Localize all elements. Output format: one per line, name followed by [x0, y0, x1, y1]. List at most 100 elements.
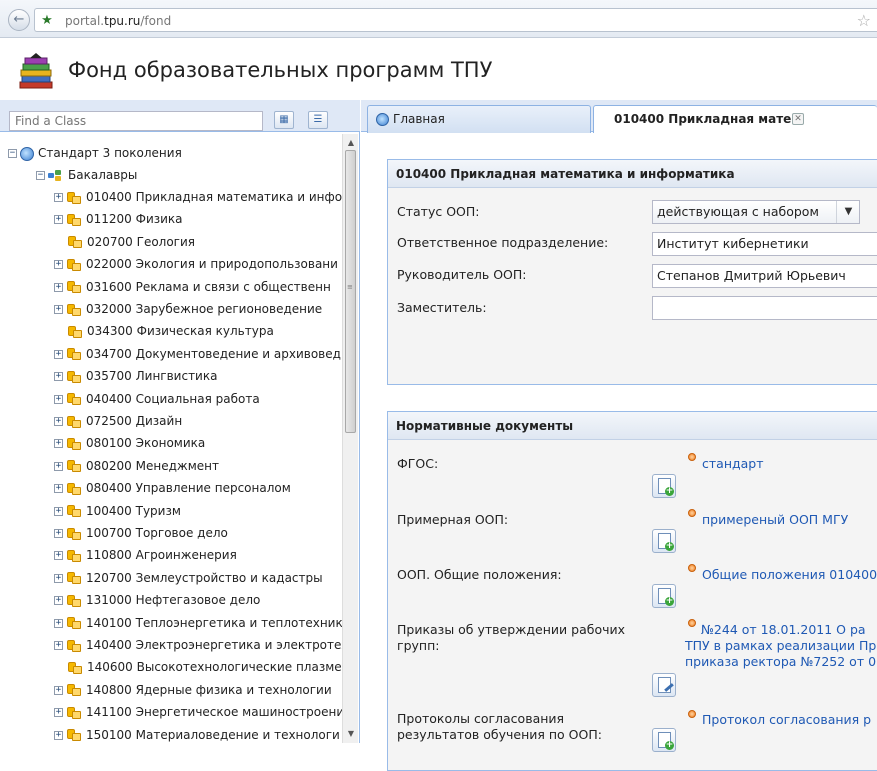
tree-item[interactable]: +035700 Лингвистика	[54, 365, 217, 387]
tree-item[interactable]: +080400 Управление персоналом	[54, 477, 291, 499]
tree-item[interactable]: +010400 Прикладная математика и инфо	[54, 186, 342, 208]
tree-item[interactable]: +140100 Теплоэнергетика и теплотехника	[54, 612, 342, 634]
head-field[interactable]: Степанов Дмитрий Юрьевич	[652, 264, 877, 288]
tree-item[interactable]: 020700 Геология	[67, 231, 195, 253]
tree-item-label: 080100 Экономика	[86, 436, 206, 451]
collapse-icon[interactable]: −	[8, 149, 17, 158]
example-oop-link[interactable]: примереный ООП МГУ	[702, 512, 848, 527]
tab-home[interactable]: Главная	[367, 105, 591, 133]
expand-icon[interactable]: +	[54, 260, 63, 270]
expand-icon[interactable]: +	[54, 685, 63, 695]
fgos-link[interactable]: стандарт	[702, 456, 764, 471]
expand-icon[interactable]: +	[54, 529, 63, 538]
expand-icon[interactable]: +	[54, 484, 63, 494]
expand-icon[interactable]: +	[54, 349, 63, 359]
expand-icon[interactable]: +	[54, 282, 63, 292]
expand-icon[interactable]: +	[54, 506, 63, 516]
add-document-button[interactable]: +	[652, 728, 676, 752]
class-tree: − Стандарт 3 поколения − Бакалавры +010400…	[0, 134, 342, 743]
tree-item[interactable]: +011200 Физика	[54, 208, 183, 230]
expand-icon[interactable]: +	[54, 708, 63, 718]
globe-icon	[20, 146, 34, 161]
expand-icon[interactable]: +	[54, 394, 63, 404]
tree-item[interactable]: +150100 Материаловедение и технологи	[54, 724, 340, 743]
expand-icon[interactable]: +	[54, 305, 63, 314]
scroll-down-icon[interactable]: ▼	[343, 727, 359, 741]
tree-item[interactable]: +141100 Энергетическое машиностроени	[54, 701, 342, 723]
tree-item[interactable]: +110800 Агроинженерия	[54, 544, 237, 566]
expand-icon[interactable]: +	[54, 372, 63, 382]
expand-icon[interactable]: +	[54, 215, 63, 225]
department-field[interactable]: Институт кибернетики	[652, 232, 877, 256]
tree-item[interactable]: +080100 Экономика	[54, 432, 205, 454]
tree-item[interactable]: +034700 Документоведение и архивовед	[54, 343, 341, 365]
find-class-input[interactable]	[9, 111, 263, 131]
tab-program[interactable]: 010400 Прикладная матем ✕	[593, 105, 877, 133]
class-tree-panel: ▦ ☰ − Стандарт 3 поколения − Бакалавры +01…	[0, 100, 360, 743]
folder-key-icon	[66, 527, 82, 541]
expand-icon[interactable]: +	[54, 596, 63, 606]
expand-icon[interactable]: +	[54, 193, 63, 202]
tab-program-label: 010400 Прикладная матем	[614, 112, 802, 126]
tree-item[interactable]: +120700 Землеустройство и кадастры	[54, 567, 323, 589]
group-icon	[48, 169, 64, 182]
bookmark-star-icon[interactable]: ☆	[857, 11, 871, 30]
back-arrow-icon[interactable]: ←	[8, 9, 30, 31]
chevron-down-icon[interactable]: ▼	[836, 201, 860, 223]
main-area: Главная 010400 Прикладная матем ✕ 010400…	[361, 100, 877, 771]
close-icon[interactable]: ✕	[792, 113, 804, 125]
tree-item[interactable]: +100400 Туризм	[54, 500, 181, 522]
tree-item[interactable]: +022000 Экология и природопользовани	[54, 253, 338, 275]
tree-item-label: 140600 Высокотехнологические плазме	[87, 660, 342, 675]
expand-icon[interactable]: +	[54, 461, 63, 471]
documents-panel: Нормативные документы ФГОС: стандарт + П…	[387, 411, 877, 771]
tree-toolbar: ▦ ☰	[0, 100, 360, 132]
address-bar[interactable]: ★ portal.tpu.ru/fond ☆	[34, 8, 877, 32]
folder-key-icon	[66, 191, 82, 205]
tree-root[interactable]: − Стандарт 3 поколения	[8, 142, 182, 164]
folder-key-icon	[67, 661, 83, 675]
protocols-link[interactable]: Протокол согласования р	[702, 712, 871, 727]
list-view-icon[interactable]: ☰	[308, 111, 328, 129]
tree-item[interactable]: +080200 Менеджмент	[54, 455, 219, 477]
tree-item[interactable]: 034300 Физическая культура	[67, 320, 274, 342]
expand-tree-icon[interactable]: ▦	[274, 111, 294, 129]
deputy-field[interactable]	[652, 296, 877, 320]
add-document-button[interactable]: +	[652, 474, 676, 498]
tree-item[interactable]: +140400 Электроэнергетика и электротех	[54, 634, 342, 656]
browser-toolbar: ← ★ portal.tpu.ru/fond ☆	[0, 0, 877, 38]
edit-document-button[interactable]	[652, 673, 676, 697]
scrollbar-thumb[interactable]	[345, 150, 356, 433]
tree-item[interactable]: +100700 Торговое дело	[54, 522, 228, 544]
scroll-up-icon[interactable]: ▲	[343, 136, 359, 150]
tree-item[interactable]: +140800 Ядерные физика и технологии	[54, 679, 332, 701]
tree-item[interactable]: +040400 Социальная работа	[54, 388, 260, 410]
status-select[interactable]: действующая с набором	[652, 200, 860, 224]
expand-icon[interactable]: +	[54, 618, 63, 628]
tree-item-label: 034300 Физическая культура	[87, 324, 274, 339]
expand-icon[interactable]: +	[54, 573, 63, 583]
expand-icon[interactable]: +	[54, 730, 63, 740]
tree-group[interactable]: − Бакалавры	[36, 164, 137, 186]
orders-link[interactable]: №244 от 18.01.2011 О ра ТПУ в рамках реал…	[685, 622, 877, 670]
tree-item[interactable]: +032000 Зарубежное регионоведение	[54, 298, 322, 320]
fgos-label: ФГОС:	[397, 456, 439, 471]
expand-icon[interactable]: +	[54, 641, 63, 650]
add-document-button[interactable]: +	[652, 529, 676, 553]
tree-item-label: 035700 Лингвистика	[86, 369, 218, 384]
tree-scrollbar[interactable]: ▲ ≡ ▼	[342, 134, 358, 743]
tree-item-label: 120700 Землеустройство и кадастры	[86, 570, 323, 585]
collapse-icon[interactable]: −	[36, 171, 45, 180]
tree-item[interactable]: +131000 Нефтегазовое дело	[54, 589, 260, 611]
tree-root-label: Стандарт 3 поколения	[38, 146, 182, 160]
tree-item-label: 110800 Агроинженерия	[86, 548, 237, 563]
general-provisions-link[interactable]: Общие положения 010400	[702, 567, 877, 582]
tree-item-label: 150100 Материаловедение и технологи	[86, 727, 340, 742]
tree-item[interactable]: 140600 Высокотехнологические плазме	[67, 656, 342, 678]
expand-icon[interactable]: +	[54, 439, 63, 449]
expand-icon[interactable]: +	[54, 551, 63, 561]
tree-item[interactable]: +031600 Реклама и связи с общественн	[54, 276, 331, 298]
add-document-button[interactable]: +	[652, 584, 676, 608]
expand-icon[interactable]: +	[54, 417, 63, 426]
tree-item[interactable]: +072500 Дизайн	[54, 410, 182, 432]
